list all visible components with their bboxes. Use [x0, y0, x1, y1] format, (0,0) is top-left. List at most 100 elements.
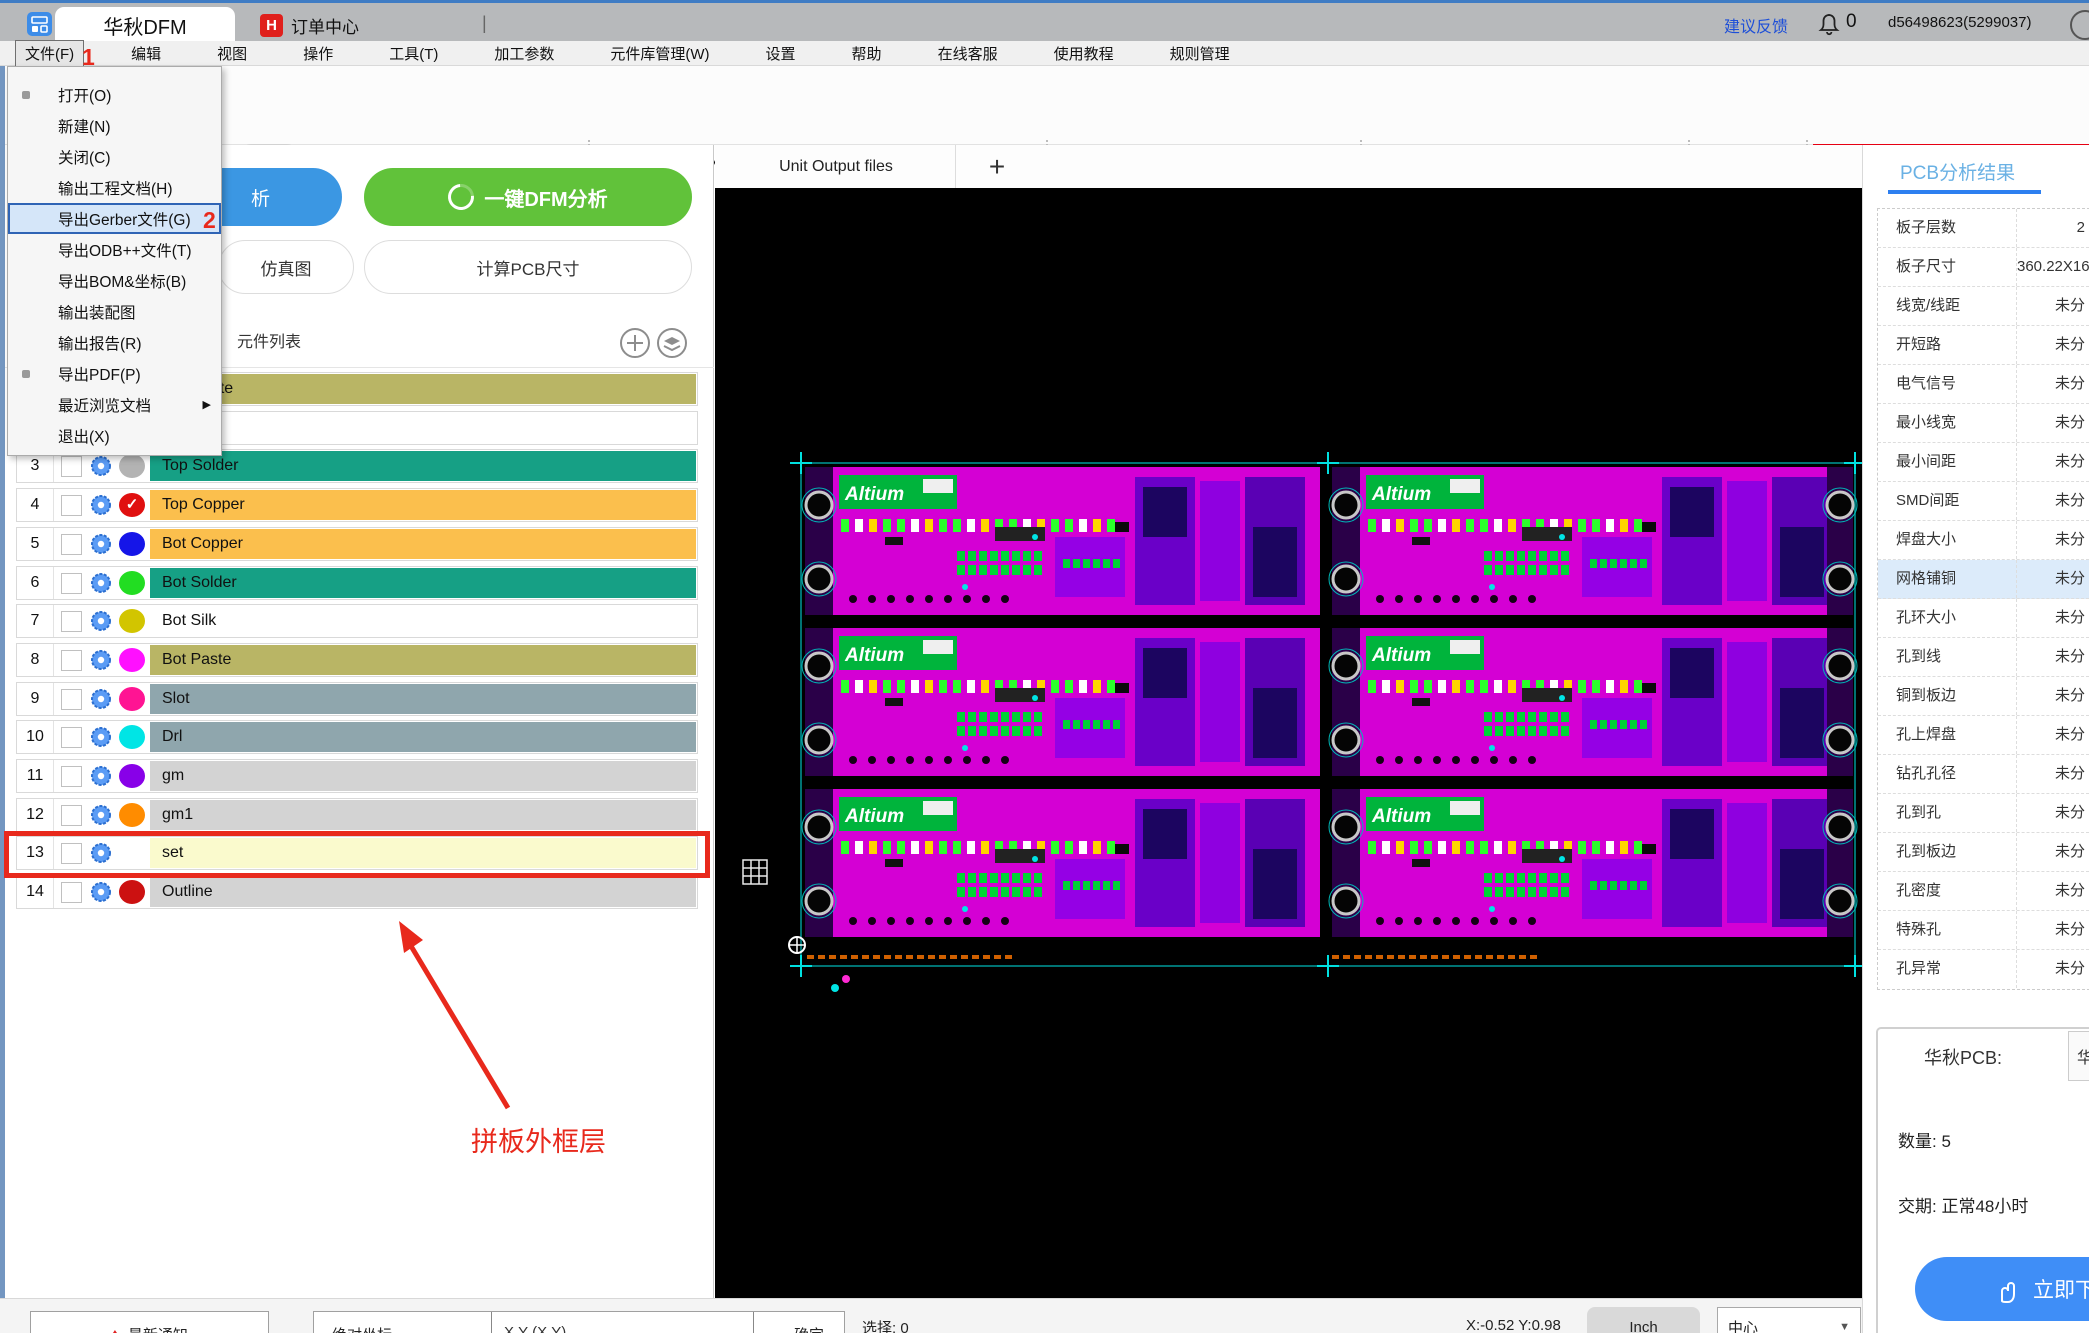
layer-visibility-icon[interactable] [90, 726, 112, 748]
menubar-item-9[interactable]: 在线客服 [929, 41, 1007, 66]
layer-name[interactable]: Top Solder [150, 451, 696, 481]
analysis-row-2[interactable]: 线宽/线距未分 [1878, 287, 2089, 326]
layer-color-dot[interactable] [119, 648, 145, 672]
menubar-item-1[interactable]: 编辑 [122, 41, 170, 66]
layer-visibility-icon[interactable] [90, 610, 112, 632]
layer-color-dot[interactable] [119, 764, 145, 788]
layer-visibility-icon[interactable] [90, 881, 112, 903]
unit-toggle-button[interactable]: Inch [1587, 1307, 1700, 1333]
analysis-row-19[interactable]: 孔异常未分 [1878, 950, 2089, 989]
layer-name[interactable]: Slot [150, 684, 696, 714]
layer-name[interactable]: set [150, 838, 696, 868]
layer-row-outline[interactable]: 14Outline [16, 875, 698, 909]
analysis-row-18[interactable]: 特殊孔未分 [1878, 911, 2089, 950]
file-menu-item-9[interactable]: 导出PDF(P) [8, 358, 221, 389]
tab-unit-output-files[interactable]: Unit Output files [717, 145, 956, 188]
layer-checkbox[interactable] [61, 882, 82, 903]
analysis-row-4[interactable]: 电气信号未分 [1878, 365, 2089, 404]
layer-visibility-icon[interactable] [90, 765, 112, 787]
layer-color-dot[interactable] [119, 687, 145, 711]
file-menu-item-2[interactable]: 关闭(C) [8, 141, 221, 172]
layer-visibility-icon[interactable] [90, 455, 112, 477]
user-id[interactable]: d56498623(5299037) [1888, 14, 2031, 31]
analysis-row-11[interactable]: 孔到线未分 [1878, 638, 2089, 677]
layer-checkbox[interactable] [61, 534, 82, 555]
layer-visibility-icon[interactable] [90, 572, 112, 594]
layer-checkbox[interactable] [61, 611, 82, 632]
layer-row-bot-paste[interactable]: 8Bot Paste [16, 643, 698, 677]
layer-name[interactable]: Bot Paste [150, 645, 696, 675]
layer-checkbox[interactable] [61, 727, 82, 748]
layer-row-bot-solder[interactable]: 6Bot Solder [16, 566, 698, 600]
layer-color-dot[interactable] [119, 725, 145, 749]
layer-name[interactable]: Top Silk [150, 413, 696, 443]
confirm-button[interactable]: 确定 [776, 1324, 842, 1333]
analysis-row-16[interactable]: 孔到板边未分 [1878, 833, 2089, 872]
file-menu-item-10[interactable]: 最近浏览文档▶ [8, 389, 221, 420]
layer-visibility-icon[interactable] [90, 842, 112, 864]
file-menu-item-11[interactable]: 退出(X) [8, 420, 221, 451]
vendor-tab[interactable]: 华 [2068, 1031, 2089, 1081]
file-menu-item-1[interactable]: 新建(N) [8, 110, 221, 141]
layer-color-dot[interactable] [119, 609, 145, 633]
analysis-row-9[interactable]: 网格铺铜未分 [1878, 560, 2089, 599]
menubar-item-3[interactable]: 操作 [294, 41, 342, 66]
add-layer-icon[interactable] [619, 327, 651, 364]
notification-bell-icon[interactable] [1816, 11, 1842, 42]
analysis-row-7[interactable]: SMD间距未分 [1878, 482, 2089, 521]
analysis-row-10[interactable]: 孔环大小未分 [1878, 599, 2089, 638]
menubar-item-7[interactable]: 设置 [757, 41, 805, 66]
layer-row-bot-silk[interactable]: 7Bot Silk [16, 604, 698, 638]
menubar-item-8[interactable]: 帮助 [843, 41, 891, 66]
layer-name[interactable]: Bot Solder [150, 568, 696, 598]
latest-notice-button[interactable]: ♦ 最新通知 [30, 1311, 269, 1333]
add-tab-button[interactable]: + [977, 147, 1017, 187]
layer-checkbox[interactable] [61, 843, 82, 864]
layer-name[interactable]: Bot Copper [150, 529, 696, 559]
layer-visibility-icon[interactable] [90, 649, 112, 671]
layer-checkbox[interactable] [61, 495, 82, 516]
file-menu-item-8[interactable]: 输出报告(R) [8, 327, 221, 358]
layer-name[interactable]: gm [150, 761, 696, 791]
file-menu-item-0[interactable]: 打开(O) [8, 79, 221, 110]
coordinate-input[interactable]: X,Y (X,Y) [491, 1312, 754, 1333]
layer-checkbox[interactable] [61, 766, 82, 787]
layer-row-drl[interactable]: 10Drl [16, 720, 698, 754]
analysis-row-3[interactable]: 开短路未分 [1878, 326, 2089, 365]
analysis-row-14[interactable]: 钻孔孔径未分 [1878, 755, 2089, 794]
layer-name[interactable]: gm1 [150, 800, 696, 830]
layer-checkbox[interactable] [61, 456, 82, 477]
menubar-item-6[interactable]: 元件库管理(W) [601, 41, 718, 66]
layer-visibility-icon[interactable] [90, 494, 112, 516]
menubar-item-5[interactable]: 加工参数 [485, 41, 563, 66]
analysis-row-6[interactable]: 最小间距未分 [1878, 443, 2089, 482]
layer-name[interactable]: Top Paste [150, 374, 696, 404]
layer-row-gm1[interactable]: 12gm1 [16, 798, 698, 832]
file-menu-item-4[interactable]: 导出Gerber文件(G) [8, 203, 221, 234]
layer-color-dot[interactable] [119, 571, 145, 595]
layer-visibility-icon[interactable] [90, 804, 112, 826]
menubar-item-2[interactable]: 视图 [208, 41, 256, 66]
order-now-button[interactable]: 立即下单 [1915, 1257, 2089, 1321]
analysis-row-0[interactable]: 板子层数2 [1878, 209, 2089, 248]
layer-stack-icon[interactable] [656, 327, 688, 364]
layer-row-set[interactable]: 13set [16, 836, 698, 870]
layer-visibility-icon[interactable] [90, 533, 112, 555]
file-menu-item-7[interactable]: 输出装配图 [8, 296, 221, 327]
layer-name[interactable]: Outline [150, 877, 696, 907]
layer-row-gm[interactable]: 11gm [16, 759, 698, 793]
file-menu-item-6[interactable]: 导出BOM&坐标(B) [8, 265, 221, 296]
layer-checkbox[interactable] [61, 650, 82, 671]
layer-color-dot[interactable] [119, 532, 145, 556]
layer-row-slot[interactable]: 9Slot [16, 682, 698, 716]
tab-app[interactable]: 华秋DFM [55, 7, 235, 44]
layer-checkbox[interactable] [61, 805, 82, 826]
menubar-item-10[interactable]: 使用教程 [1045, 41, 1123, 66]
layer-color-dot[interactable] [119, 880, 145, 904]
layer-name[interactable]: Top Copper [150, 490, 696, 520]
origin-select[interactable]: 中心 ▼ [1717, 1307, 1861, 1333]
layer-name[interactable]: Drl [150, 722, 696, 752]
analysis-row-12[interactable]: 铜到板边未分 [1878, 677, 2089, 716]
layer-name[interactable]: Bot Silk [150, 606, 696, 636]
layer-color-dot[interactable]: ✓ [119, 493, 145, 517]
